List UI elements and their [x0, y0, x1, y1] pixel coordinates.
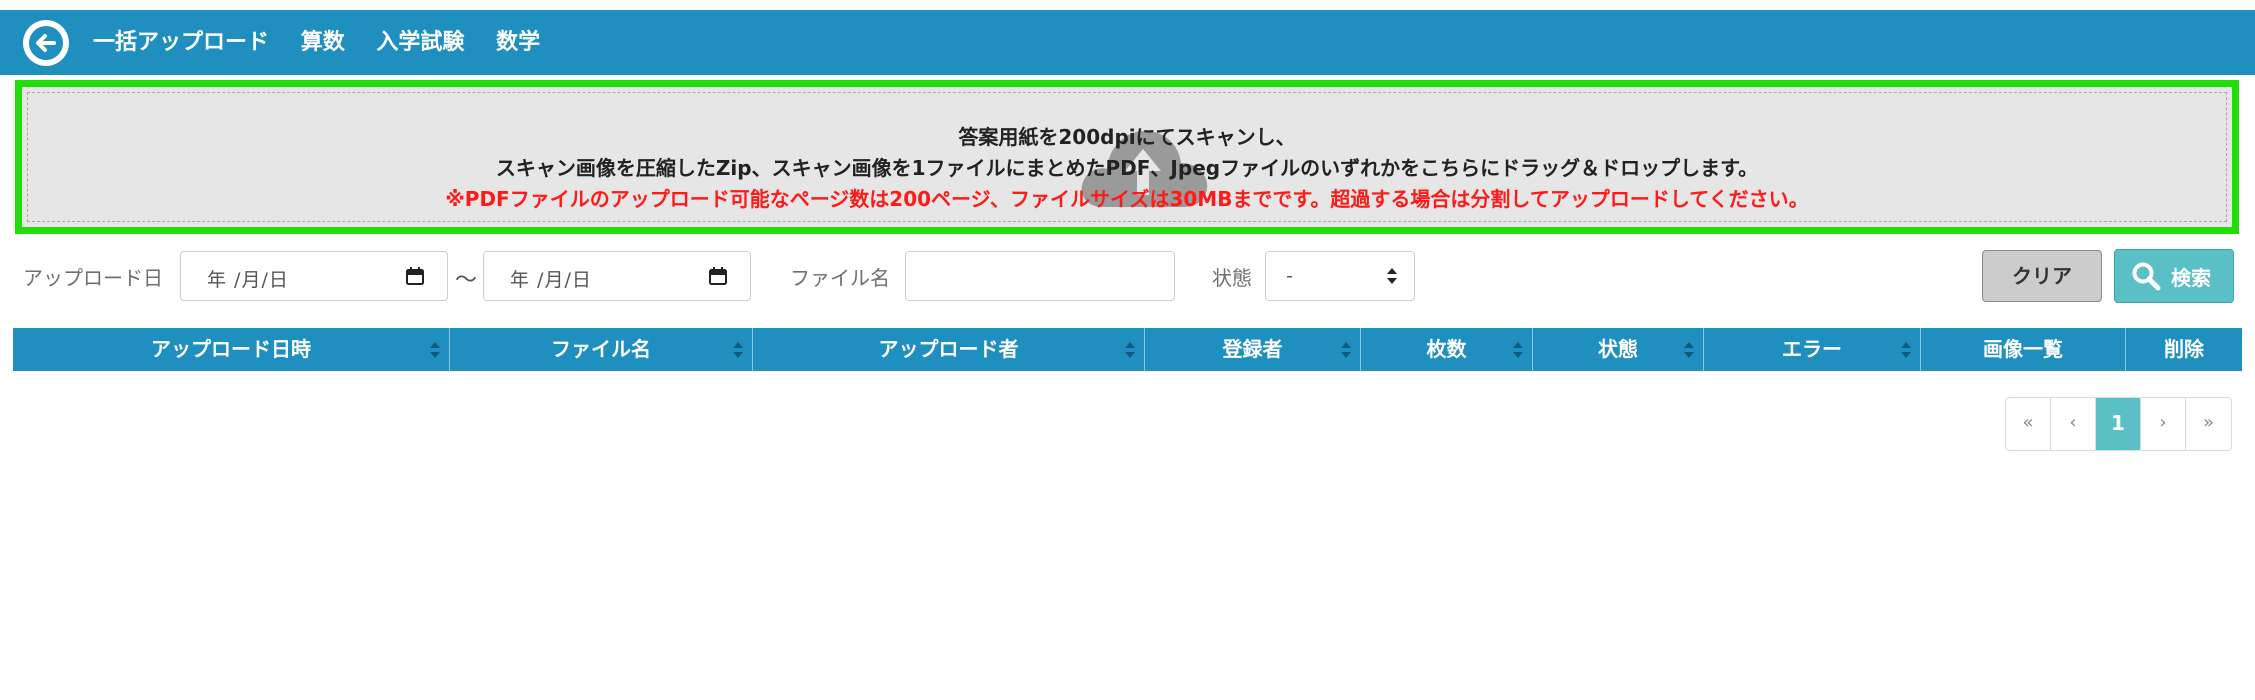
- file-name-label: ファイル名: [790, 266, 890, 290]
- sort-icon[interactable]: [1512, 340, 1524, 360]
- calendar-icon[interactable]: [405, 266, 425, 286]
- status-select[interactable]: -: [1265, 251, 1415, 301]
- title-part-subject: 算数: [300, 30, 345, 55]
- back-button[interactable]: [23, 20, 69, 66]
- sort-icon[interactable]: [1124, 340, 1136, 360]
- column-header-image-list: 画像一覧: [1921, 328, 2126, 371]
- column-header-sheet-count[interactable]: 枚数: [1361, 328, 1533, 371]
- date-from-placeholder: 年 /月/日: [207, 269, 289, 291]
- column-header-registrant[interactable]: 登録者: [1145, 328, 1361, 371]
- date-to-input[interactable]: 年 /月/日: [483, 251, 751, 301]
- sort-icon[interactable]: [1340, 340, 1352, 360]
- column-label: ファイル名: [551, 337, 651, 361]
- column-label: 状態: [1598, 337, 1638, 361]
- column-header-delete: 削除: [2126, 328, 2242, 371]
- status-selected-value: -: [1286, 265, 1293, 287]
- sort-icon[interactable]: [1683, 340, 1695, 360]
- column-label: 登録者: [1222, 337, 1283, 361]
- pagination-last[interactable]: »: [2186, 398, 2231, 450]
- column-label: アップロード日時: [151, 337, 311, 361]
- column-label: 画像一覧: [1983, 337, 2063, 361]
- results-table-header: アップロード日時 ファイル名 アップロード者 登録者 枚数 状態 エラー 画像一…: [13, 328, 2242, 371]
- dropzone-instruction-line1: 答案用紙を200dpiにてスキャンし、: [958, 125, 1296, 149]
- column-header-error[interactable]: エラー: [1704, 328, 1921, 371]
- column-header-uploader[interactable]: アップロード者: [753, 328, 1145, 371]
- search-button[interactable]: 検索: [2114, 249, 2234, 303]
- dropzone-warning: ※PDFファイルのアップロード可能なページ数は200ページ、ファイルサイズは30…: [445, 187, 1809, 211]
- pagination-current-page[interactable]: 1: [2096, 398, 2141, 450]
- sort-icon[interactable]: [732, 340, 744, 360]
- arrow-left-icon: [24, 21, 68, 65]
- dropzone-instruction-line2: スキャン画像を圧縮したZip、スキャン画像を1ファイルにまとめたPDF、Jpeg…: [495, 156, 1759, 180]
- date-range-separator: 〜: [455, 268, 478, 293]
- file-name-input[interactable]: [905, 251, 1175, 301]
- page-title: 一括アップロード 算数 入学試験 数学: [93, 10, 564, 75]
- sort-icon[interactable]: [429, 340, 441, 360]
- column-label: アップロード者: [878, 337, 1019, 361]
- clear-button[interactable]: クリア: [1982, 250, 2102, 302]
- calendar-icon[interactable]: [708, 266, 728, 286]
- title-part-exam: 入学試験: [376, 30, 465, 55]
- column-header-upload-datetime[interactable]: アップロード日時: [13, 328, 450, 371]
- search-icon: [2132, 262, 2161, 291]
- file-dropzone[interactable]: 答案用紙を200dpiにてスキャンし、 スキャン画像を圧縮したZip、スキャン画…: [15, 80, 2239, 234]
- top-header: 一括アップロード 算数 入学試験 数学: [0, 10, 2255, 75]
- pagination-prev[interactable]: ‹: [2051, 398, 2096, 450]
- title-part-category: 数学: [496, 30, 541, 55]
- column-label: 枚数: [1426, 337, 1467, 361]
- upload-date-label: アップロード日: [23, 266, 163, 290]
- column-header-file-name[interactable]: ファイル名: [450, 328, 753, 371]
- pagination-next[interactable]: ›: [2141, 398, 2186, 450]
- date-from-input[interactable]: 年 /月/日: [180, 251, 448, 301]
- date-to-placeholder: 年 /月/日: [510, 269, 592, 291]
- column-header-status[interactable]: 状態: [1533, 328, 1704, 371]
- select-arrows-icon: [1387, 268, 1397, 284]
- search-button-label: 検索: [2171, 266, 2211, 290]
- sort-icon[interactable]: [1900, 340, 1912, 360]
- pagination-first[interactable]: «: [2006, 398, 2051, 450]
- title-part-bulk-upload: 一括アップロード: [93, 30, 270, 55]
- column-label: エラー: [1782, 337, 1842, 361]
- status-label: 状態: [1212, 266, 1252, 290]
- dropzone-dashed-area: 答案用紙を200dpiにてスキャンし、 スキャン画像を圧縮したZip、スキャン画…: [27, 92, 2227, 222]
- pagination: « ‹ 1 › »: [2005, 397, 2232, 451]
- column-label: 削除: [2164, 337, 2204, 361]
